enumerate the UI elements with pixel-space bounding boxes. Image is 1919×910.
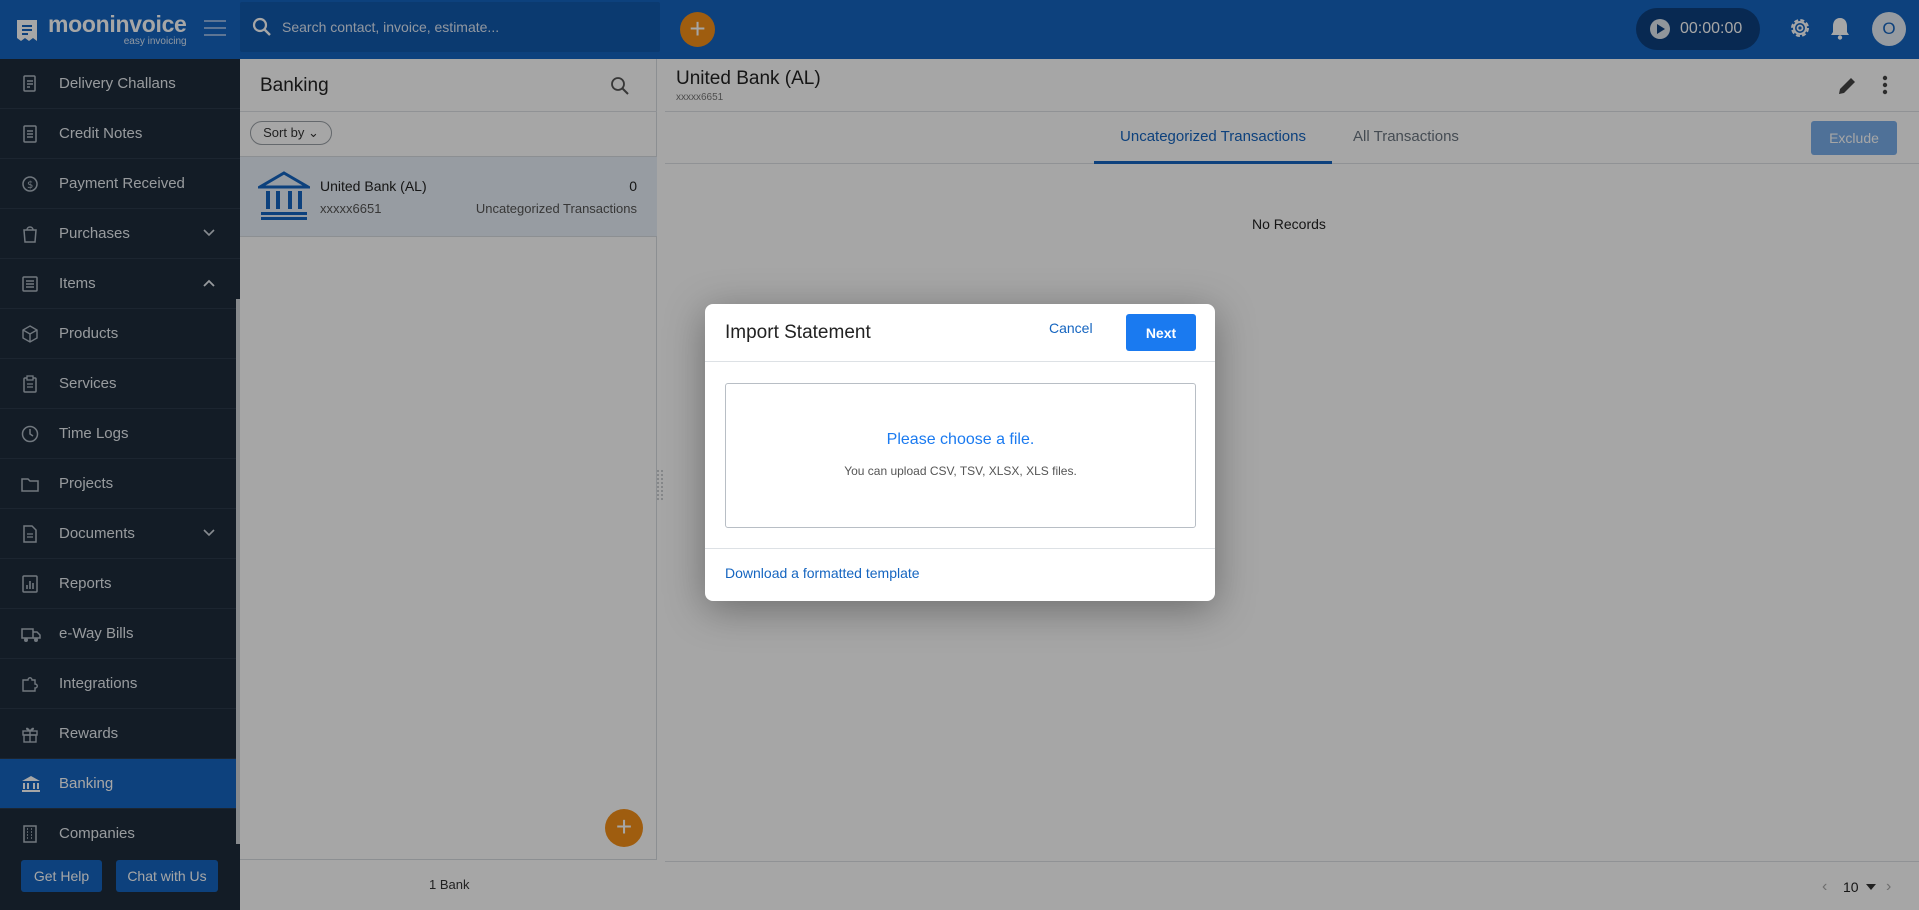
- dialog-title: Import Statement: [725, 322, 871, 343]
- import-statement-dialog: Import Statement Cancel Next Please choo…: [705, 304, 1215, 601]
- next-button[interactable]: Next: [1126, 314, 1196, 351]
- file-types-hint: You can upload CSV, TSV, XLSX, XLS files…: [844, 464, 1077, 478]
- divider: [705, 548, 1215, 549]
- file-drop-zone[interactable]: Please choose a file. You can upload CSV…: [725, 383, 1196, 528]
- cancel-button[interactable]: Cancel: [1049, 320, 1093, 336]
- divider: [705, 361, 1215, 362]
- download-template-link[interactable]: Download a formatted template: [725, 565, 920, 581]
- choose-file-link[interactable]: Please choose a file.: [726, 431, 1195, 449]
